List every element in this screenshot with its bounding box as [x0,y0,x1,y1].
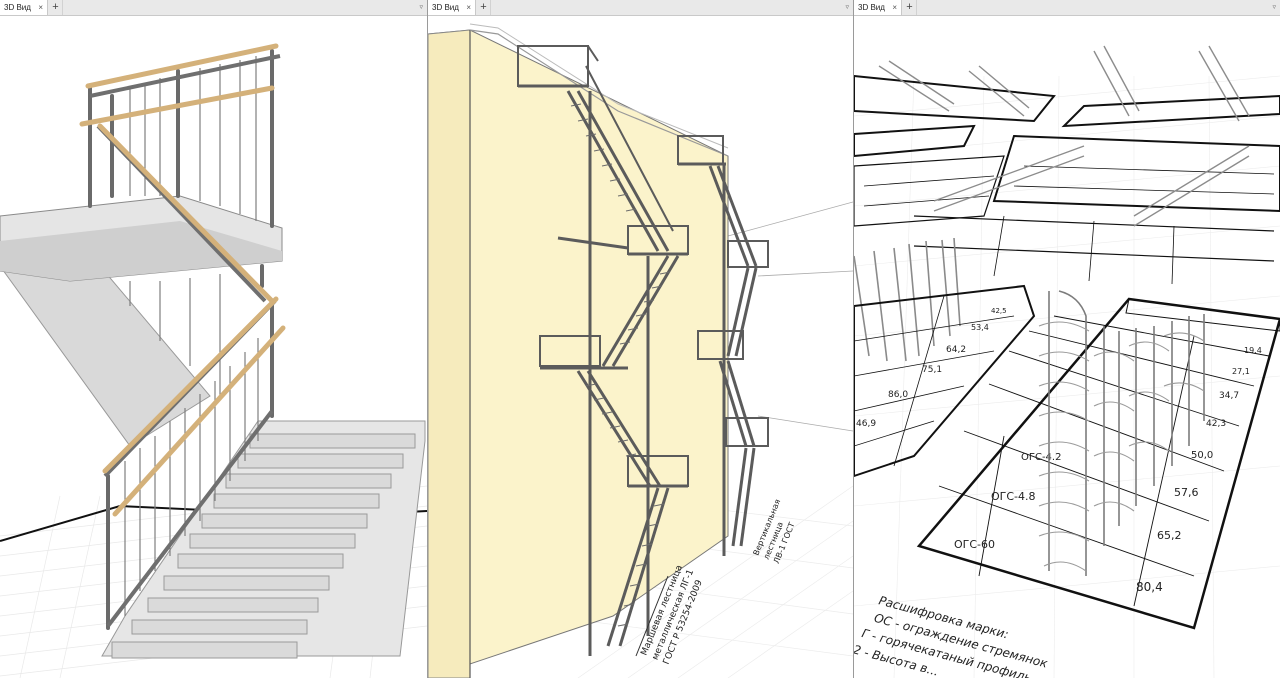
annotation-side: Вертикальная лестница ЛВ-1 ГОСТ [752,498,797,565]
viewport-pane-1: 3D Вид × + ▿ [0,0,427,678]
tab-3d-view[interactable]: 3D Вид × [0,0,48,15]
value-cell-5: 34,7 [1219,391,1239,401]
tab-bar: 3D Вид × + ▿ [854,0,1280,16]
tab-bar: 3D Вид × + ▿ [428,0,853,16]
tab-3d-view[interactable]: 3D Вид × [854,0,902,15]
viewport-pane-2: 3D Вид × + ▿ Маршевая лестница металличе… [428,0,853,678]
upper-flight-soffit [0,265,211,447]
tab-label: 3D Вид [432,3,459,12]
view-menu-icon[interactable]: ▿ [1272,0,1276,15]
left-cell-3: 64,2 [946,345,966,355]
value-cell-7: 19,4 [1244,346,1262,355]
left-cell-1: 86,0 [888,390,908,400]
left-cell-5: 42,5 [991,307,1007,315]
3d-view-schedules[interactable]: 46,9 86,0 75,1 64,2 53,4 42,5 ОГС-60 ОГС… [854,16,1280,678]
main-schedule-table [916,297,1280,630]
3d-view-fire-escape[interactable]: Маршевая лестница металлическая ЛГ-1 ГОС… [428,16,853,678]
view-menu-icon[interactable]: ▿ [419,0,423,15]
3d-view-staircase[interactable] [0,16,427,678]
add-tab-button[interactable]: + [903,0,917,15]
tab-3d-view[interactable]: 3D Вид × [428,0,476,15]
value-cell-6: 27,1 [1232,367,1250,376]
close-tab-icon[interactable]: × [38,0,43,15]
left-schedule-values: 46,9 86,0 75,1 64,2 53,4 42,5 [856,307,1007,429]
left-cell-0: 46,9 [856,419,876,429]
tab-bar: 3D Вид × + ▿ [0,0,427,16]
add-tab-button[interactable]: + [477,0,491,15]
left-cell-2: 75,1 [922,365,942,375]
value-cell-2: 57,6 [1174,486,1199,499]
close-tab-icon[interactable]: × [466,0,471,15]
stair-flight [101,420,426,659]
marking-legend: Расшифровка марки: ОС - ограждение стрем… [854,593,1050,678]
mark-cell-2: ОГС-4.2 [1021,452,1061,463]
tab-label: 3D Вид [4,3,31,12]
value-cell-3: 50,0 [1191,450,1213,461]
mark-cell-1: ОГС-4.8 [991,490,1036,503]
add-tab-button[interactable]: + [49,0,63,15]
mark-cell-0: ОГС-60 [954,538,995,551]
far-schedule-tables [854,74,1280,285]
main-schedule-marks: ОГС-60 ОГС-4.8 ОГС-4.2 [954,452,1061,551]
value-cell-1: 65,2 [1157,529,1182,542]
tab-label: 3D Вид [858,3,885,12]
left-cell-4: 53,4 [971,323,989,332]
close-tab-icon[interactable]: × [892,0,897,15]
view-menu-icon[interactable]: ▿ [845,0,849,15]
value-cell-0: 80,4 [1136,580,1163,594]
value-cell-4: 42,3 [1206,419,1226,429]
viewport-pane-3: 3D Вид × + ▿ 46,9 86,0 75,1 64,2 53,4 42… [854,0,1280,678]
